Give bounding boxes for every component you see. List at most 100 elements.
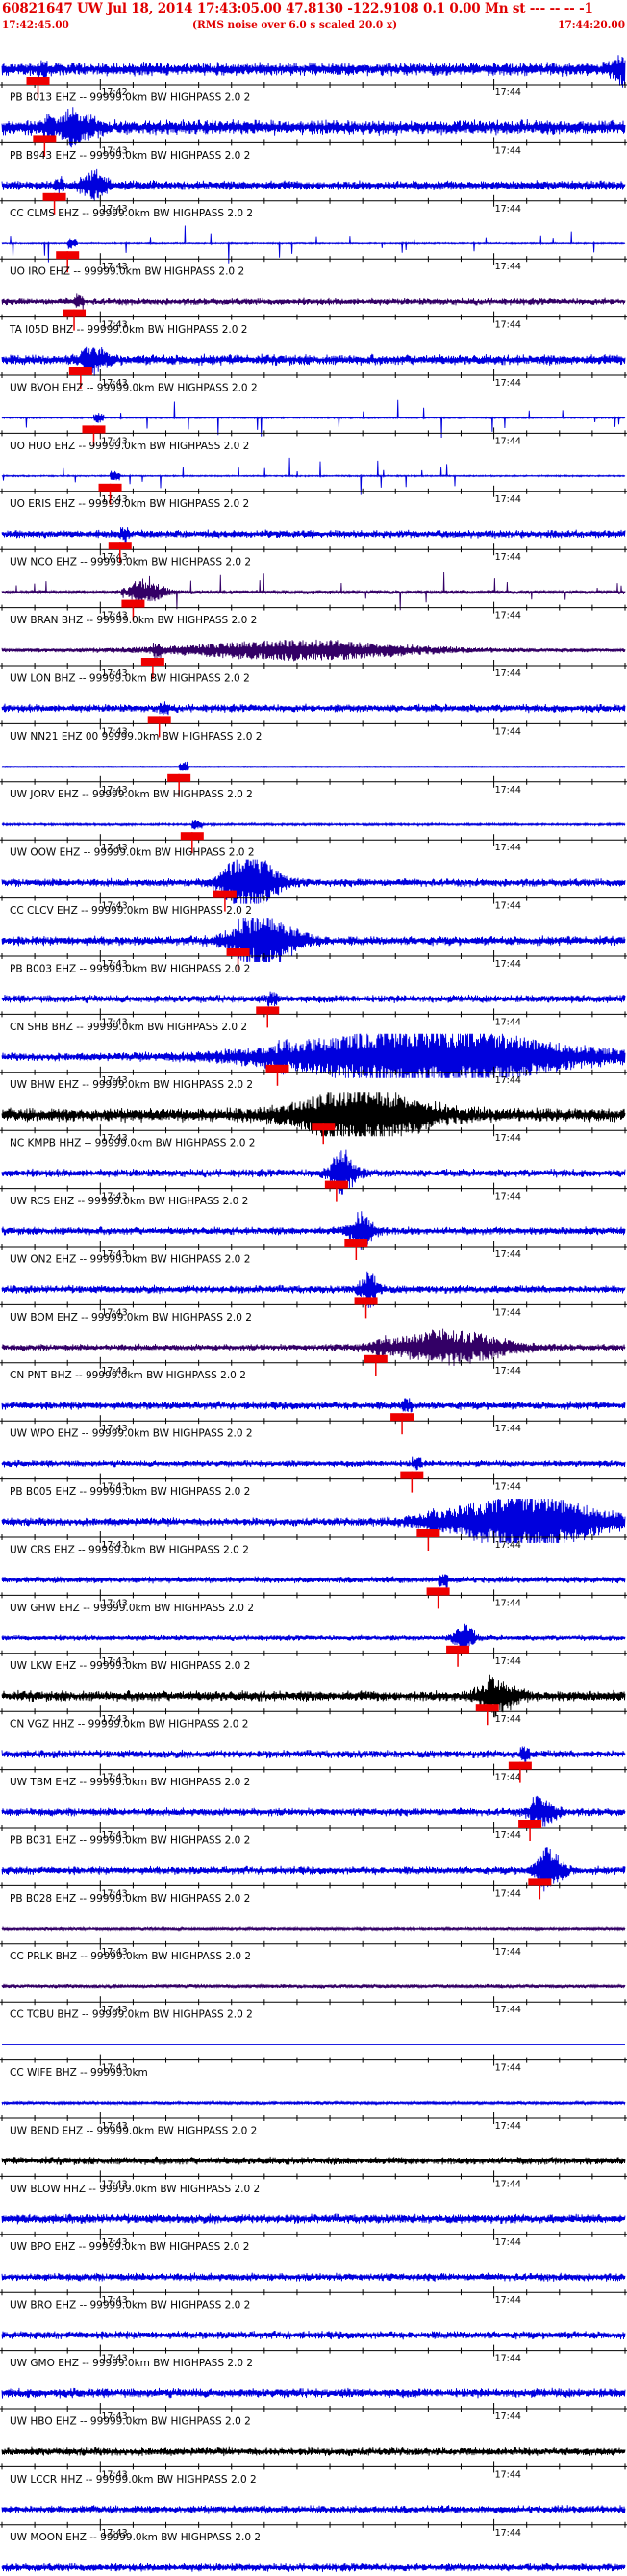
minute-label: 17:44 [495,1366,521,1376]
trace-label: PB B013 EHZ -- 99999.0km BW HIGHPASS 2.0… [10,91,250,103]
waveform-trace [1,571,626,611]
minute-label: 17:44 [495,1888,521,1899]
waveform-trace [1,1033,626,1078]
trace-label: UW NN21 EHZ 00 99999.0km BW HIGHPASS 2.0… [10,731,262,743]
trace-label: UW HBO EHZ -- 99999.0km BW HIGHPASS 2.0 … [10,2415,251,2427]
trace-label: UW BRO EHZ -- 99999.0km BW HIGHPASS 2.0 … [10,2300,250,2311]
trace-label: UW BHW EHZ -- 99999.0km BW HIGHPASS 2.0 … [10,1079,253,1091]
waveform-trace [1,1574,626,1588]
minute-label: 17:44 [495,2237,521,2248]
trace-label: PB B005 EHZ -- 99999.0km BW HIGHPASS 2.0… [10,1486,250,1498]
waveform-trace [1,1983,626,1990]
minute-label: 17:44 [495,726,521,737]
trace-label: UW WPO EHZ -- 99999.0km BW HIGHPASS 2.0 … [10,1428,253,1440]
waveform-trace [1,1925,626,1932]
trace-label: UW TBM EHZ -- 99999.0km BW HIGHPASS 2.0 … [10,1777,250,1788]
trace-label: UW LON BHZ -- 99999.0km BW HIGHPASS 2.0 … [10,672,250,684]
minute-label: 17:44 [495,2528,521,2538]
minute-label: 17:44 [495,2295,521,2306]
waveform-trace [1,917,626,963]
trace-label: UW BPO EHZ -- 99999.0km BW HIGHPASS 2.0 … [10,2241,249,2253]
trace-label: UW GMO EHZ -- 99999.0km BW HIGHPASS 2.0 … [10,2358,253,2369]
waveform-trace [1,527,626,543]
trace-label: TA I05D BHZ -- 99999.0km BW HIGHPASS 2.0… [9,324,247,336]
waveform-trace [1,761,626,771]
minute-label: 17:44 [495,669,521,679]
trace-label: CC PRLK BHZ -- 99999.0km BW HIGHPASS 2.0… [10,1951,251,1962]
trace-label: UW BVOH EHZ -- 99999.0km BW HIGHPASS 2.0… [10,382,258,393]
minute-label: 17:44 [495,1424,521,1434]
waveform-trace [1,2213,626,2225]
minute-label: 17:44 [495,1540,521,1551]
waveform-trace [1,859,626,904]
waveform-trace [1,1149,626,1195]
minute-label: 17:44 [495,901,521,912]
waveform-trace [1,1674,626,1718]
minute-label: 17:44 [495,1656,521,1667]
waveform-trace [1,1271,626,1308]
event-title: 60821647 UW Jul 18, 2014 17:43:05.00 47.… [2,1,593,16]
waveform-trace [1,2505,626,2514]
minute-label: 17:44 [495,2354,521,2364]
minute-label: 17:44 [495,959,521,970]
minute-label: 17:44 [495,1947,521,1957]
rms-note: (RMS noise over 6.0 s scaled 20.0 x) [192,19,398,31]
trace-label: UW BOM EHZ -- 99999.0km BW HIGHPASS 2.0 … [10,1312,252,1324]
trace-label: UW BLOW HHZ -- 99999.0km BW HIGHPASS 2.0… [10,2184,260,2195]
trace-label: PB B943 EHZ -- 99999.0km BW HIGHPASS 2.0… [10,150,250,162]
waveform-trace [1,639,626,662]
minute-label: 17:44 [495,1598,521,1608]
trace-label: CN SHB BHZ -- 99999.0km BW HIGHPASS 2.0 … [10,1022,247,1033]
minute-label: 17:44 [495,2412,521,2422]
waveform-trace [1,1211,626,1250]
seismogram-plot: 17:42 17:44PB B013 EHZ -- 99999.0km BW HI… [0,55,627,2572]
waveform-trace [1,2099,626,2107]
waveform-trace [1,2446,626,2457]
trace-label: UW LCCR HHZ -- 99999.0km BW HIGHPASS 2.0… [10,2474,257,2486]
trace-label: UW CRS EHZ -- 99999.0km BW HIGHPASS 2.0 … [10,1544,249,1555]
trace-label: PB B028 EHZ -- 99999.0km BW HIGHPASS 2.0… [10,1893,250,1905]
waveform-trace [1,820,626,830]
trace-label: PB B003 EHZ -- 99999.0km BW HIGHPASS 2.0… [10,963,250,974]
waveform-trace [1,225,626,264]
waveform-trace [1,2272,626,2282]
trace-label: UW JORV EHZ -- 99999.0km BW HIGHPASS 2.0… [10,789,253,800]
waveform-trace [1,168,626,201]
waveform-trace [1,2563,626,2572]
trace-label: CN PNT BHZ -- 99999.0km BW HIGHPASS 2.0 … [10,1370,246,1381]
minute-label: 17:44 [495,88,521,98]
trace-label: UO HUO EHZ -- 99999.0km BW HIGHPASS 2.0 … [10,441,249,452]
trace-label: CC CLMS EHZ -- 99999.0km BW HIGHPASS 2.0… [10,208,253,219]
waveform-trace [1,346,626,376]
minute-label: 17:44 [495,262,521,272]
minute-label: 17:44 [495,204,521,215]
waveform-trace [1,2330,626,2340]
waveform-trace [1,107,626,148]
minute-label: 17:44 [495,1250,521,1260]
trace-label: UW LKW EHZ -- 99999.0km BW HIGHPASS 2.0 … [10,1660,250,1672]
trace-label: CC CLCV EHZ -- 99999.0km BW HIGHPASS 2.0… [10,905,252,917]
trace-label: UW MOON EHZ -- 99999.0km BW HIGHPASS 2.0… [10,2532,261,2543]
trace-label: UW BRAN BHZ -- 99999.0km BW HIGHPASS 2.0… [10,615,257,626]
waveform-trace [1,1498,626,1544]
trace-label: UW BEND EHZ -- 99999.0km BW HIGHPASS 2.0… [10,2125,257,2136]
minute-label: 17:44 [495,1133,521,1144]
trace-label: NC KMPB HHZ -- 99999.0km BW HIGHPASS 2.0… [10,1138,255,1149]
minute-label: 17:44 [495,2469,521,2480]
minute-label: 17:44 [495,1017,521,1027]
waveform-trace [1,1623,626,1654]
waveform-trace [1,55,626,88]
trace-label: UO ERIS EHZ -- 99999.0km BW HIGHPASS 2.0… [10,498,249,510]
minute-label: 17:44 [495,1192,521,1202]
trace-label: UW NCO EHZ -- 99999.0km BW HIGHPASS 2.0 … [10,557,251,568]
waveform-trace [1,293,626,310]
waveform-trace [1,2387,626,2399]
waveform-trace [1,1746,626,1762]
minute-label: 17:44 [495,320,521,331]
minute-label: 17:44 [495,436,521,446]
minute-label: 17:44 [495,1482,521,1493]
waveform-trace [1,991,626,1007]
trace-label: CC WIFE BHZ -- 99999.0km [10,2067,148,2079]
minute-label: 17:44 [495,2121,521,2132]
trace-label: UW RCS EHZ -- 99999.0km BW HIGHPASS 2.0 … [10,1196,248,1207]
